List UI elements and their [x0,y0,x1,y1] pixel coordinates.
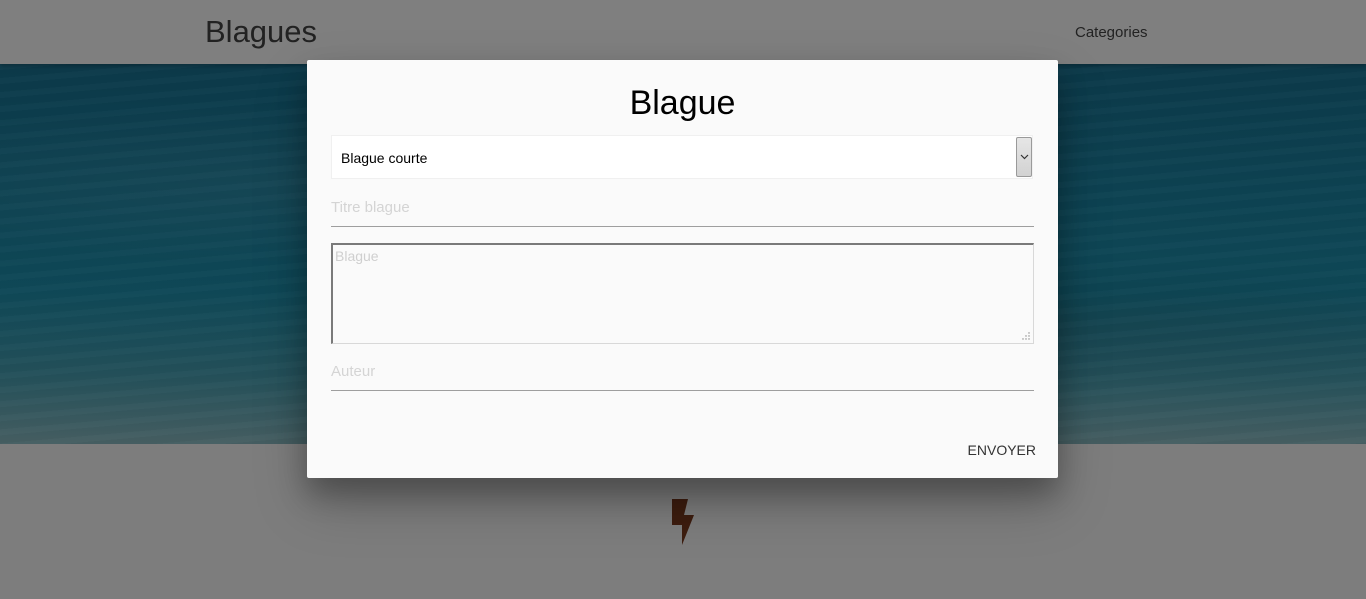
joke-type-selected: Blague courte [341,150,428,166]
send-button[interactable]: ENVOYER [968,442,1036,458]
modal-title: Blague [629,84,736,122]
joke-textarea[interactable] [331,243,1034,344]
joke-title-input[interactable] [331,195,1034,219]
joke-modal: Blague Blague courte ENVOYER [307,60,1058,478]
joke-type-select[interactable]: Blague courte [331,135,1033,179]
chevron-down-icon[interactable] [1016,137,1032,177]
joke-title-field [331,193,1034,227]
joke-text-wrap [331,243,1034,344]
author-field [331,357,1034,391]
author-input[interactable] [331,359,1034,383]
resize-grip-icon[interactable] [1022,332,1030,340]
